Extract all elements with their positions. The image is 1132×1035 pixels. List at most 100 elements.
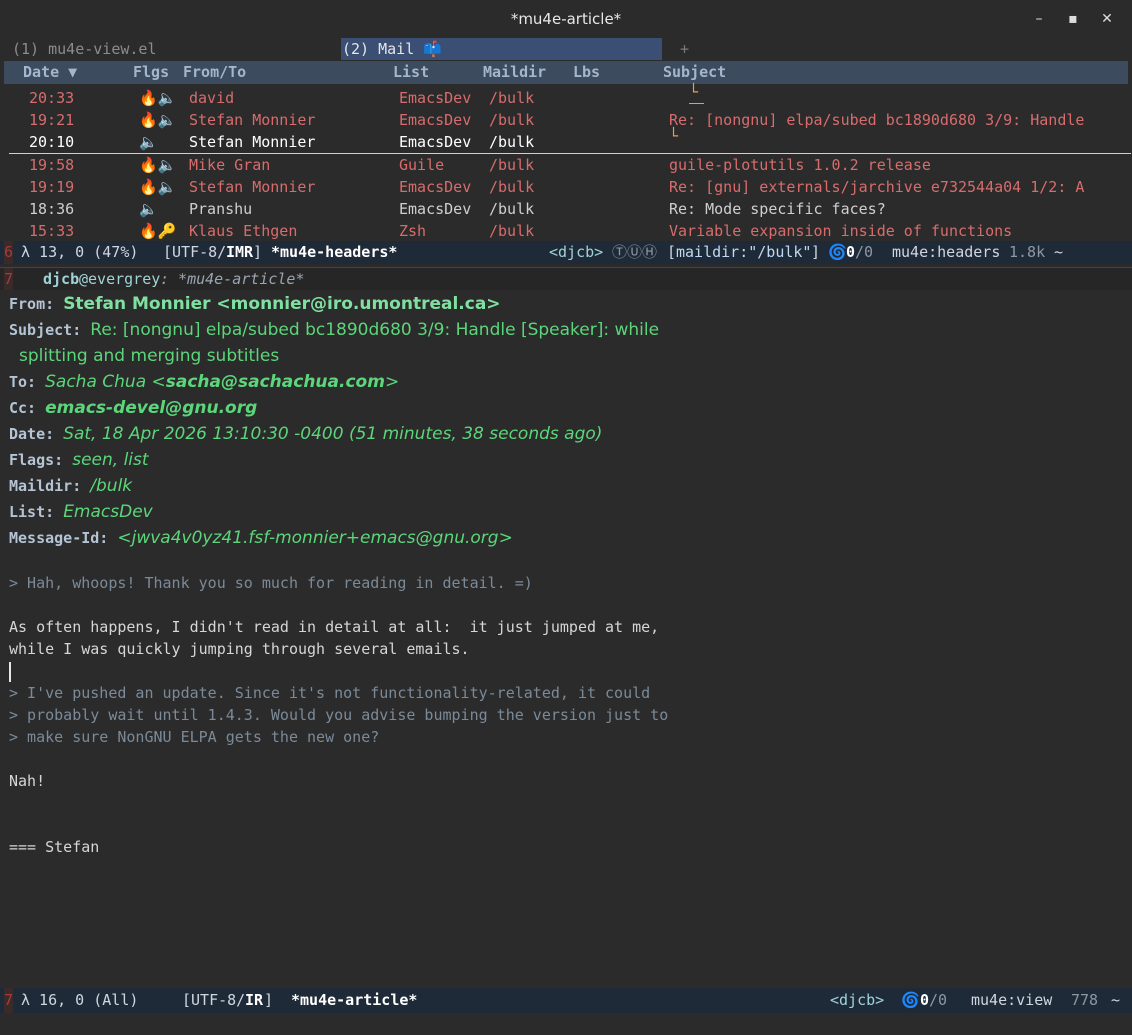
message-headers: From: Stefan Monnier <monnier@iro.umontr… (9, 291, 1129, 551)
directory-indicator: ~ (1111, 991, 1121, 1009)
unread-count: 0 (920, 991, 930, 1009)
body-line: > probably wait until 1.4.3. Would you a… (9, 706, 669, 724)
query-close: ] (811, 243, 821, 261)
close-button[interactable]: ✕ (1090, 0, 1124, 38)
date-label: Date: (9, 425, 55, 443)
tab-mu4e-view[interactable]: (1) mu4e-view.el (12, 38, 157, 60)
subject-value: Re: [nongnu] elpa/subed bc1890d680 3/9: … (90, 320, 660, 340)
maildir-label: Maildir: (9, 477, 82, 495)
total-count: /0 (855, 243, 874, 261)
row-list: EmacsDev (399, 133, 472, 151)
row-maildir: /bulk (489, 156, 535, 174)
row-list: EmacsDev (399, 200, 472, 218)
body-line (9, 594, 1129, 616)
list-label: List: (9, 503, 55, 521)
table-row[interactable]: 18:36 🔈 Pranshu EmacsDev /bulk Re: Mode … (0, 198, 1132, 220)
encoding-open: [UTF-8/ (182, 991, 246, 1009)
row-date: 19:21 (29, 111, 75, 129)
maildir-value[interactable]: /bulk (90, 476, 132, 496)
column-date[interactable]: Date ▼ (23, 61, 77, 84)
cc-value[interactable]: emacs-devel@gnu.org (45, 398, 257, 418)
column-maildir[interactable]: Maildir (483, 61, 546, 84)
to-label: To: (9, 373, 37, 391)
row-flags: 🔈 (139, 133, 158, 151)
subject-label: Subject: (9, 321, 82, 339)
row-maildir: /bulk (489, 222, 535, 240)
buffer-size: 1.8k (1009, 243, 1046, 261)
row-maildir: /bulk (489, 89, 535, 107)
body-line: As often happens, I didn't read in detai… (9, 618, 660, 636)
view-buffer-name: : *mu4e-article* (160, 270, 305, 288)
body-line: > make sure NonGNU ELPA gets the new one… (9, 728, 380, 746)
echo-area (0, 1013, 1132, 1035)
row-subject-thread: └ (669, 127, 679, 145)
row-from: Stefan Monnier (189, 111, 316, 129)
from-value[interactable]: Stefan Monnier <monnier@iro.umontreal.ca… (63, 294, 500, 314)
body-line: > Hah, whoops! Thank you so much for rea… (9, 574, 533, 592)
date-value: Sat, 18 Apr 2026 13:10:30 -0400 (51 minu… (63, 424, 603, 444)
window-title: *mu4e-article* (510, 10, 622, 28)
to-name[interactable]: Sacha Chua < (45, 372, 166, 392)
table-row[interactable]: 19:21 🔥🔈 Stefan Monnier EmacsDev /bulk R… (0, 109, 1132, 131)
mode-flags: ⓉⓊⒽ (612, 243, 658, 261)
message-id-value: <jwva4v0yz41.fsf-monnier+emacs@gnu.org> (117, 528, 513, 548)
subject-continuation: splitting and merging subtitles (9, 343, 1129, 369)
tab-mail[interactable]: (2) Mail 📫 (341, 38, 662, 60)
row-date: 20:10 (29, 133, 75, 151)
tab-bar: (1) mu4e-view.el (2) Mail 📫 + (0, 38, 1132, 60)
to-address[interactable]: sacha@sachachua.com (166, 372, 385, 392)
row-flags: 🔥🔈 (139, 156, 177, 174)
row-list: EmacsDev (399, 178, 472, 196)
row-subject: Re: Mode specific faces? (669, 200, 886, 218)
minimize-button[interactable]: – (1022, 0, 1056, 38)
to-field: To: Sacha Chua <sacha@sachachua.com> (9, 369, 1129, 395)
new-tab-button[interactable]: + (680, 38, 689, 60)
column-labels[interactable]: Lbs (573, 61, 600, 84)
total-count: /0 (929, 991, 948, 1009)
row-from: Stefan Monnier (189, 178, 316, 196)
flags-value: seen, list (72, 450, 149, 470)
body-line (9, 792, 1129, 814)
column-list[interactable]: List (393, 61, 429, 84)
view-host: @evergrey (79, 270, 161, 288)
cursor-position: λ 16, 0 (All) (21, 991, 139, 1009)
row-subject-thread: └ (689, 81, 705, 104)
directory-indicator: ~ (1054, 243, 1064, 261)
row-list: Guile (399, 156, 445, 174)
row-subject: Re: [gnu] externals/jarchive e732544a04 … (669, 178, 1085, 196)
row-maildir: /bulk (489, 178, 535, 196)
headers-modeline: 6 λ 13, 0 (47%) [UTF-8/ IMR ] *mu4e-head… (0, 241, 1132, 264)
table-row-current[interactable]: 20:10 🔈 Stefan Monnier EmacsDev /bulk └ (9, 127, 1131, 154)
body-line: === Stefan (9, 838, 100, 856)
row-flags: 🔥🔈 (139, 89, 177, 107)
row-from: Mike Gran (189, 156, 271, 174)
unread-count: 0 (846, 243, 856, 261)
major-mode[interactable]: mu4e:headers (892, 241, 1000, 264)
body-line: Nah! (9, 772, 46, 790)
buffer-name[interactable]: *mu4e-article* (291, 988, 417, 1013)
text-cursor (9, 661, 11, 682)
table-row[interactable]: 19:58 🔥🔈 Mike Gran Guile /bulk guile-plo… (0, 154, 1132, 176)
maximize-button[interactable]: ▪ (1056, 0, 1090, 38)
row-date: 20:33 (29, 89, 75, 107)
table-row[interactable]: 19:19 🔥🔈 Stefan Monnier EmacsDev /bulk R… (0, 176, 1132, 198)
view-modeline: 7 λ 16, 0 (All) [UTF-8/ IR ] *mu4e-artic… (0, 988, 1132, 1013)
subject-field: Subject: Re: [nongnu] elpa/subed bc1890d… (9, 317, 1129, 343)
row-subject: Variable expansion inside of functions (669, 222, 1013, 240)
body-line: while I was quickly jumping through seve… (9, 640, 470, 658)
column-from[interactable]: From/To (183, 61, 246, 84)
row-date: 19:58 (29, 156, 75, 174)
view-header-line: 7 djcb @evergrey : *mu4e-article* (0, 267, 1132, 290)
table-row[interactable]: 15:33 🔥🔑 Klaus Ethgen Zsh /bulk Variable… (0, 220, 1132, 242)
window-number: 7 (4, 988, 14, 1013)
table-row[interactable]: 20:33 🔥🔈 david EmacsDev /bulk └ (0, 83, 1132, 109)
row-list: Zsh (399, 222, 427, 240)
row-list: EmacsDev (399, 89, 472, 107)
major-mode[interactable]: mu4e:view (971, 988, 1052, 1013)
from-label: From: (9, 295, 55, 313)
body-line (9, 814, 1129, 836)
view-window-number: 7 (4, 268, 14, 290)
body-line-cursor[interactable] (9, 660, 1129, 682)
buffer-name[interactable]: *mu4e-headers* (271, 241, 397, 264)
column-flags[interactable]: Flgs (133, 61, 169, 84)
